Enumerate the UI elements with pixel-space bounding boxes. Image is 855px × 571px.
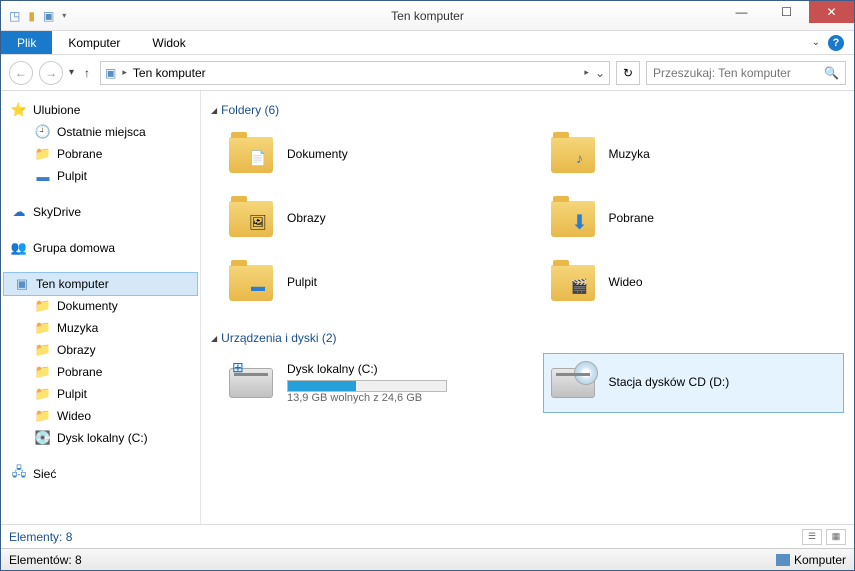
close-button[interactable]: ✕ [809,1,854,23]
desktop-icon: ▬ [35,168,51,184]
sidebar-homegroup[interactable]: 👥Grupa domowa [1,237,200,259]
cloud-icon: ☁ [11,204,27,220]
desktop-icon: ▬ [247,275,269,297]
pc-icon: ▣ [105,66,116,80]
star-icon: ⭐ [11,102,27,118]
cd-icon [574,361,598,385]
address-chevron-icon[interactable]: ▸ [122,67,127,78]
breadcrumb[interactable]: Ten komputer [133,66,579,80]
navigation-bar: ← → ▾ ↑ ▣ ▸ Ten komputer ▸ ⌄ ↻ 🔍 [1,55,854,91]
download-icon: 📁 [35,146,51,162]
tab-view[interactable]: Widok [136,31,201,54]
collapse-icon: ◢ [211,334,217,343]
drive-icon: 💽 [35,430,51,446]
homegroup-icon: 👥 [11,240,27,256]
qat-dropdown-icon[interactable]: ▾ [62,11,66,20]
titlebar: ◳ ▮ ▣ ▾ Ten komputer — ☐ ✕ [1,1,854,31]
sidebar-skydrive[interactable]: ☁SkyDrive [1,201,200,223]
body: ⭐Ulubione 🕘Ostatnie miejsca 📁Pobrane ▬Pu… [1,91,854,524]
video-icon: 🎬 [569,275,591,297]
sidebar-favorites[interactable]: ⭐Ulubione [1,99,200,121]
ribbon-tabs: Plik Komputer Widok ⌄ ? [1,31,854,55]
status-bar: Elementy: 8 ☰ ▦ [1,524,854,548]
address-bar[interactable]: ▣ ▸ Ten komputer ▸ ⌄ [100,61,610,85]
folder-music[interactable]: ♪Muzyka [543,125,845,185]
ribbon-expand-icon[interactable]: ⌄ [812,37,820,48]
forward-button[interactable]: → [39,61,63,85]
search-box[interactable]: 🔍 [646,61,846,85]
drives-grid: ⊞ Dysk lokalny (C:) 13,9 GB wolnych z 24… [211,353,844,413]
usage-bar [287,380,447,392]
sidebar-item-desktop[interactable]: ▬Pulpit [1,165,200,187]
navigation-pane: ⭐Ulubione 🕘Ostatnie miejsca 📁Pobrane ▬Pu… [1,91,201,524]
maximize-button[interactable]: ☐ [764,1,809,23]
pc-icon: ▣ [14,276,30,292]
bottom-bar: Elementów: 8 Komputer [1,548,854,570]
location-label: Komputer [794,553,846,567]
item-count: Elementy: 8 [9,530,72,544]
network-icon: 🖧 [11,466,27,482]
element-count: Elementów: 8 [9,553,82,567]
window-title: Ten komputer [391,9,464,23]
address-dropdown-icon[interactable]: ⌄ [595,66,605,80]
sidebar-network[interactable]: 🖧Sieć [1,463,200,485]
help-icon[interactable]: ? [828,35,844,51]
sidebar-item-desktop[interactable]: 📁Pulpit [1,383,200,405]
document-icon: 📄 [247,147,269,169]
back-button[interactable]: ← [9,61,33,85]
sidebar-this-pc[interactable]: ▣Ten komputer [3,272,198,296]
explorer-window: ◳ ▮ ▣ ▾ Ten komputer — ☐ ✕ Plik Komputer… [0,0,855,571]
address-chevron-icon[interactable]: ▸ [584,67,589,78]
sidebar-item-pictures[interactable]: 📁Obrazy [1,339,200,361]
details-view-button[interactable]: ☰ [802,529,822,545]
picture-icon: 🖼 [247,211,269,233]
sidebar-item-downloads[interactable]: 📁Pobrane [1,361,200,383]
sidebar-item-downloads[interactable]: 📁Pobrane [1,143,200,165]
minimize-button[interactable]: — [719,1,764,23]
search-icon[interactable]: 🔍 [824,66,839,80]
download-arrow-icon: ⬇ [569,211,591,233]
refresh-button[interactable]: ↻ [616,61,640,85]
sidebar-item-recent[interactable]: 🕘Ostatnie miejsca [1,121,200,143]
pc-icon [776,554,790,566]
collapse-icon: ◢ [211,106,217,115]
sidebar-item-music[interactable]: 📁Muzyka [1,317,200,339]
section-folders[interactable]: ◢ Foldery (6) [211,103,844,117]
new-folder-icon[interactable]: ▮ [28,9,35,23]
folder-icon: 📁 [35,408,51,424]
drive-local-c[interactable]: ⊞ Dysk lokalny (C:) 13,9 GB wolnych z 24… [221,353,523,413]
folder-icon: 📁 [35,298,51,314]
quick-access-toolbar: ◳ ▮ ▣ ▾ [1,9,74,23]
search-input[interactable] [653,66,824,80]
sidebar-item-local-disk[interactable]: 💽Dysk lokalny (C:) [1,427,200,449]
folder-icon: 📁 [35,320,51,336]
folder-videos[interactable]: 🎬Wideo [543,253,845,313]
history-dropdown-icon[interactable]: ▾ [69,67,74,78]
section-drives[interactable]: ◢ Urządzenia i dyski (2) [211,331,844,345]
sidebar-item-videos[interactable]: 📁Wideo [1,405,200,427]
folder-pictures[interactable]: 🖼Obrazy [221,189,523,249]
drive-cd-d[interactable]: Stacja dysków CD (D:) [543,353,845,413]
sidebar-item-documents[interactable]: 📁Dokumenty [1,295,200,317]
up-button[interactable]: ↑ [80,66,94,80]
folder-icon: 📁 [35,364,51,380]
folder-documents[interactable]: 📄Dokumenty [221,125,523,185]
app-icon: ▣ [43,9,54,23]
ribbon-right: ⌄ ? [812,31,854,54]
icons-view-button[interactable]: ▦ [826,529,846,545]
folder-downloads[interactable]: ⬇Pobrane [543,189,845,249]
content-pane: ◢ Foldery (6) 📄Dokumenty ♪Muzyka 🖼Obrazy… [201,91,854,524]
tab-file[interactable]: Plik [1,31,52,54]
music-icon: ♪ [569,147,591,169]
window-controls: — ☐ ✕ [719,1,854,23]
folders-grid: 📄Dokumenty ♪Muzyka 🖼Obrazy ⬇Pobrane ▬Pul… [211,125,844,313]
folder-desktop[interactable]: ▬Pulpit [221,253,523,313]
tab-computer[interactable]: Komputer [52,31,136,54]
folder-icon: 📁 [35,342,51,358]
properties-icon[interactable]: ◳ [9,9,20,23]
recent-icon: 🕘 [35,124,51,140]
folder-icon: 📁 [35,386,51,402]
windows-icon: ⊞ [232,359,244,376]
